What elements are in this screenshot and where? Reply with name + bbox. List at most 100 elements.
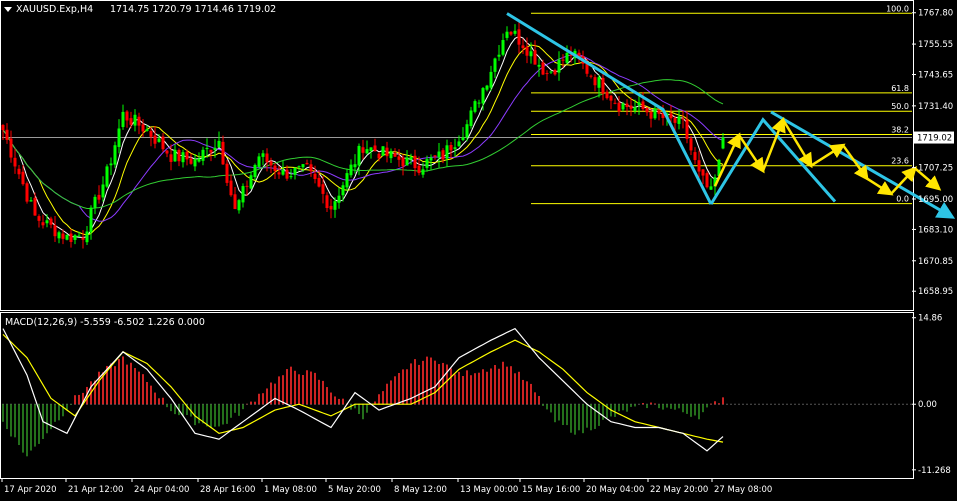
candle-body[interactable]	[473, 101, 477, 112]
candle[interactable]	[461, 127, 465, 142]
candle-body[interactable]	[685, 119, 689, 139]
candle[interactable]	[193, 154, 197, 172]
candle-body[interactable]	[529, 51, 533, 57]
candle[interactable]	[269, 157, 273, 173]
candle-body[interactable]	[317, 177, 321, 187]
candle-body[interactable]	[149, 131, 153, 137]
candle-body[interactable]	[721, 137, 725, 149]
candle-body[interactable]	[245, 185, 249, 187]
candle-body[interactable]	[65, 234, 69, 240]
candle-body[interactable]	[509, 31, 513, 35]
candle-body[interactable]	[625, 103, 629, 107]
candle-body[interactable]	[405, 157, 409, 166]
candle-body[interactable]	[341, 185, 345, 196]
candle-body[interactable]	[241, 186, 245, 203]
candle-body[interactable]	[93, 196, 97, 208]
candle[interactable]	[501, 33, 505, 57]
candle-body[interactable]	[237, 200, 241, 211]
candle-body[interactable]	[445, 145, 449, 159]
candle-body[interactable]	[677, 116, 681, 124]
candle[interactable]	[653, 105, 657, 120]
candle-body[interactable]	[425, 159, 429, 168]
candle[interactable]	[469, 106, 473, 129]
candle-body[interactable]	[597, 77, 601, 88]
candle[interactable]	[237, 198, 241, 214]
candle[interactable]	[437, 143, 441, 168]
candle-body[interactable]	[297, 166, 301, 168]
candle[interactable]	[261, 150, 265, 166]
candle[interactable]	[445, 139, 449, 167]
candle-body[interactable]	[209, 149, 213, 153]
candle-body[interactable]	[173, 149, 177, 162]
candle-body[interactable]	[189, 158, 193, 164]
candle[interactable]	[389, 148, 393, 163]
candle[interactable]	[69, 228, 73, 248]
candle-body[interactable]	[417, 165, 421, 174]
candle-body[interactable]	[13, 157, 17, 167]
candle[interactable]	[325, 192, 329, 212]
candle-body[interactable]	[73, 235, 77, 240]
candle-body[interactable]	[701, 169, 705, 176]
candle[interactable]	[161, 133, 165, 152]
candle-body[interactable]	[229, 180, 233, 196]
candle[interactable]	[125, 110, 129, 128]
candle-body[interactable]	[201, 149, 205, 161]
candle-body[interactable]	[377, 153, 381, 159]
candle[interactable]	[201, 146, 205, 166]
candle-body[interactable]	[553, 69, 557, 75]
candle[interactable]	[165, 150, 169, 158]
candle[interactable]	[361, 139, 365, 160]
candle[interactable]	[241, 183, 245, 208]
candle-body[interactable]	[97, 194, 101, 200]
candle[interactable]	[277, 166, 281, 179]
candle-body[interactable]	[561, 59, 565, 61]
candle[interactable]	[53, 215, 57, 243]
candle[interactable]	[73, 234, 77, 245]
candle-body[interactable]	[453, 147, 457, 150]
candle[interactable]	[89, 205, 93, 240]
candle-body[interactable]	[101, 184, 105, 198]
candle-body[interactable]	[645, 107, 649, 113]
candle-body[interactable]	[293, 168, 297, 175]
candle-body[interactable]	[621, 103, 625, 110]
candle-body[interactable]	[617, 102, 621, 112]
candle[interactable]	[121, 104, 125, 130]
macd-pane[interactable]	[0, 312, 914, 479]
chart-canvas[interactable]: 100.061.850.038.223.60.0 1767.801755.551…	[0, 0, 957, 497]
candle[interactable]	[397, 149, 401, 167]
candle[interactable]	[373, 138, 377, 152]
candle-body[interactable]	[669, 113, 673, 119]
candle-body[interactable]	[653, 108, 657, 119]
candle[interactable]	[93, 194, 97, 215]
candle-body[interactable]	[649, 111, 653, 119]
candle[interactable]	[605, 89, 609, 100]
candle-body[interactable]	[601, 77, 605, 94]
candle-body[interactable]	[269, 161, 273, 166]
candle[interactable]	[365, 140, 369, 155]
candle-body[interactable]	[329, 205, 333, 210]
candle[interactable]	[637, 95, 641, 115]
candle[interactable]	[117, 119, 121, 154]
candle[interactable]	[133, 109, 137, 132]
candle-body[interactable]	[217, 140, 221, 148]
candle-body[interactable]	[185, 151, 189, 160]
candle-body[interactable]	[301, 164, 305, 168]
candle-body[interactable]	[693, 152, 697, 161]
candle-body[interactable]	[497, 54, 501, 57]
candle[interactable]	[489, 65, 493, 92]
candle[interactable]	[393, 148, 397, 158]
candle[interactable]	[329, 198, 333, 219]
candle-body[interactable]	[593, 77, 597, 86]
candle-body[interactable]	[45, 220, 49, 224]
candle-body[interactable]	[469, 110, 473, 127]
candle[interactable]	[545, 70, 549, 81]
candle[interactable]	[557, 51, 561, 81]
candle[interactable]	[485, 84, 489, 92]
candle-body[interactable]	[113, 145, 117, 165]
candle-body[interactable]	[125, 111, 129, 121]
candle-body[interactable]	[437, 151, 441, 158]
candle-body[interactable]	[197, 158, 201, 162]
candle[interactable]	[197, 152, 201, 163]
candle-body[interactable]	[57, 232, 61, 239]
candle[interactable]	[25, 181, 29, 204]
